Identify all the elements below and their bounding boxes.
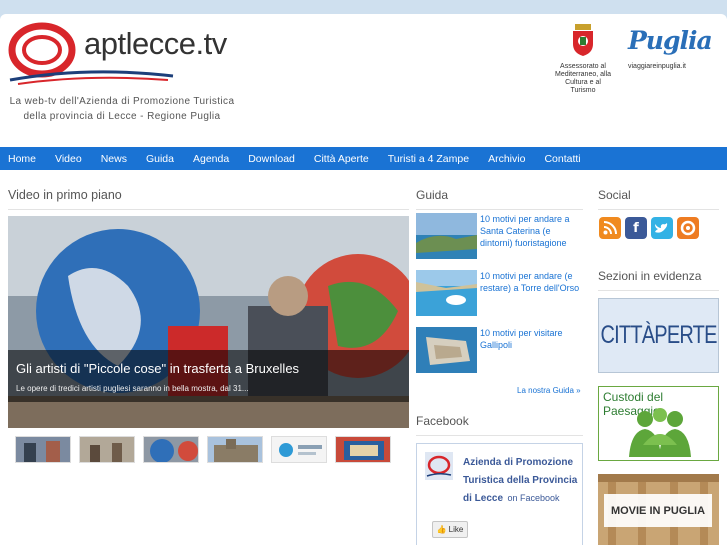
site-title[interactable]: aptlecce.tv [84,26,227,62]
citta-aperte-banner[interactable]: CITTÀPERTE [598,298,719,373]
featured-title[interactable]: Gli artisti di "Piccole cose" in trasfer… [16,361,299,376]
thumbs-up-icon: 👍 [436,525,447,534]
video-section-title: Video in primo piano [8,188,122,202]
video-thumbnail[interactable] [15,436,71,463]
featured-description: Le opere di tredici artisti pugliesi sar… [16,384,249,393]
facebook-section-title: Facebook [416,414,469,428]
video-thumbnail[interactable] [143,436,199,463]
facebook-widget: Azienda di Promozione Turistica della Pr… [416,443,583,545]
nav-turisti-4-zampe[interactable]: Turisti a 4 Zampe [388,153,469,165]
guide-item[interactable]: 10 motivi per andare a Santa Caterina (e… [416,213,586,259]
facebook-like-button[interactable]: 👍 Like [432,521,468,538]
guide-thumbnail [416,213,477,259]
guida-more-link[interactable]: La nostra Guida » [517,386,581,395]
movie-label: MOVIE IN PUGLIA [604,494,712,527]
nav-citta-aperte[interactable]: Città Aperte [314,153,369,165]
other-social-icon[interactable] [677,217,699,239]
video-thumbnail[interactable] [335,436,391,463]
nav-contatti[interactable]: Contatti [544,153,580,165]
main-nav: Home Video News Guida Agenda Download Ci… [0,147,727,170]
divider [8,209,409,210]
guide-item-title[interactable]: 10 motivi per visitare Gallipoli [480,327,580,351]
facebook-icon[interactable]: f [625,217,647,239]
guide-thumbnail [416,270,477,316]
tagline: La web-tv dell'Azienda di Promozione Tur… [9,96,235,122]
divider [598,290,719,291]
nav-archivio[interactable]: Archivio [488,153,525,165]
video-thumbnail[interactable] [79,436,135,463]
guide-item-title[interactable]: 10 motivi per andare (e restare) a Torre… [480,270,580,294]
video-thumbnail[interactable] [207,436,263,463]
coat-of-arms-icon [573,24,593,56]
guide-thumbnail [416,327,477,373]
like-label: Like [448,525,464,534]
nav-home[interactable]: Home [8,153,36,165]
puglia-logo[interactable]: Puglia viaggiareinpuglia.it [628,26,713,70]
guide-item[interactable]: 10 motivi per andare (e restare) a Torre… [416,270,586,316]
social-section-title: Social [598,188,631,202]
nav-video[interactable]: Video [55,153,82,165]
nav-news[interactable]: News [101,153,127,165]
social-icons: f [599,217,699,239]
sezioni-section-title: Sezioni in evidenza [598,269,702,283]
caption-overlay [8,350,409,402]
video-thumbnail[interactable] [271,436,327,463]
featured-video[interactable]: Gli artisti di "Piccole cose" in trasfer… [8,216,409,428]
video-thumbnails [15,436,391,463]
guide-item-title[interactable]: 10 motivi per andare a Santa Caterina (e… [480,213,580,249]
nav-guida[interactable]: Guida [146,153,174,165]
facebook-on-label: on Facebook [507,493,560,503]
page: aptlecce.tv La web-tv dell'Azienda di Pr… [0,14,727,545]
twitter-icon[interactable] [651,217,673,239]
citta-aperte-label: CITTÀPERTE [600,321,717,349]
custodi-paesaggio-banner[interactable]: Custodi del Paesaggio [598,386,719,461]
people-group-icon [629,408,691,457]
facebook-page-info: Azienda di Promozione Turistica della Pr… [431,452,581,506]
divider [598,209,719,210]
nav-agenda[interactable]: Agenda [193,153,229,165]
assessorato-text: Assessorato al Mediterraneo, alla Cultur… [554,63,612,94]
puglia-logo-text: Puglia [628,26,713,55]
assessorato-logo[interactable]: Assessorato al Mediterraneo, alla Cultur… [552,24,614,95]
guide-item[interactable]: 10 motivi per visitare Gallipoli [416,327,586,373]
rss-icon[interactable] [599,217,621,239]
divider [416,435,583,436]
divider [416,209,583,210]
guida-section-title: Guida [416,188,449,202]
movie-in-puglia-banner[interactable]: MOVIE IN PUGLIA [598,474,719,545]
nav-download[interactable]: Download [248,153,295,165]
puglia-url: viaggiareinpuglia.it [628,63,686,70]
